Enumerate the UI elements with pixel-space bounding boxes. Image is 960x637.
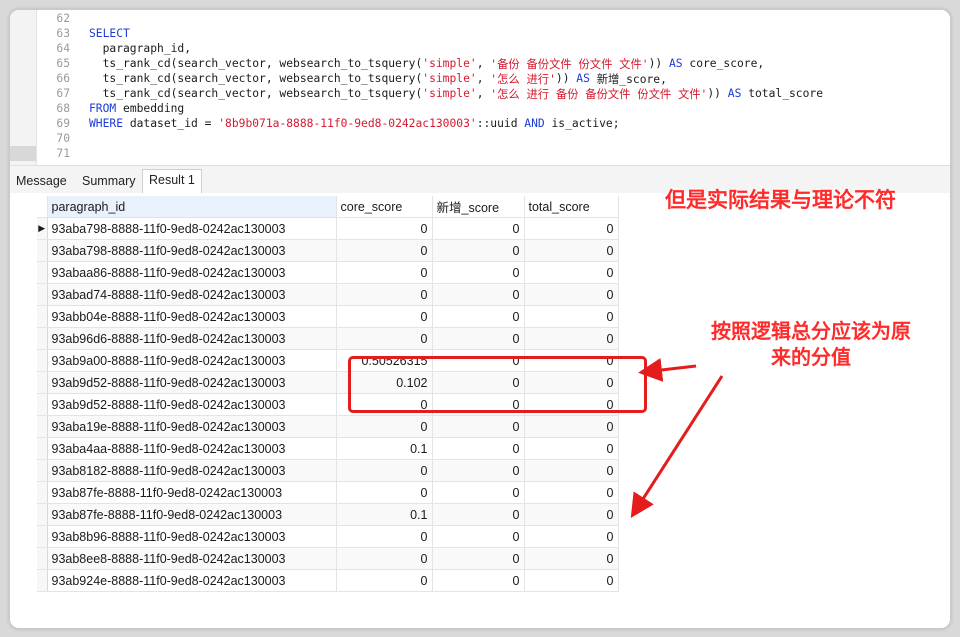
query-window: 62 63 SELECT 64 paragraph_id, 65 ts_rank_cd(… (9, 9, 951, 629)
arrow-to-box (638, 358, 697, 382)
annotation-arrows (630, 358, 724, 519)
arrow-to-total (630, 375, 724, 519)
